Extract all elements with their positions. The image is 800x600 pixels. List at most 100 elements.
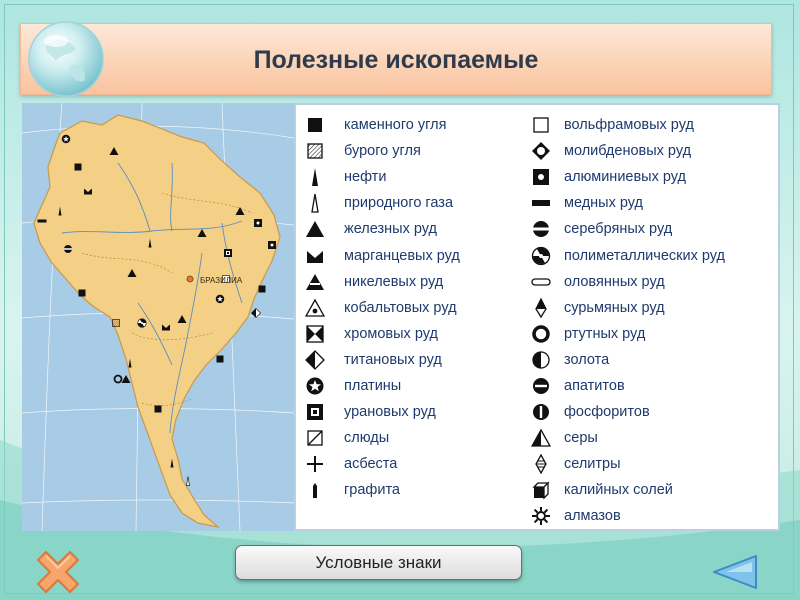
legend-item: нефти xyxy=(302,164,460,190)
circle-diamond-icon xyxy=(528,140,554,162)
legend-item-label: молибденовых руд xyxy=(564,143,692,160)
globe-icon xyxy=(28,21,104,97)
narrow-triangle-filled-icon xyxy=(302,166,328,188)
title-bar: Полезные ископаемые xyxy=(20,23,772,95)
striped-diamond-icon xyxy=(528,453,554,475)
legend-item: никелевых руд xyxy=(302,269,460,295)
legend-item: графита xyxy=(302,477,460,503)
rounded-bar-outline-icon xyxy=(528,271,554,293)
legend-item-label: асбеста xyxy=(344,456,398,473)
legend-item-label: серы xyxy=(564,430,598,447)
page-title: Полезные ископаемые xyxy=(253,46,539,74)
legend-item-label: полиметаллических руд xyxy=(564,247,725,264)
legend-item: фосфоритов xyxy=(528,399,725,425)
legend-item: молибденовых руд xyxy=(528,138,725,164)
circle-band-icon xyxy=(528,218,554,240)
legend-item: титановых руд xyxy=(302,347,460,373)
legend-item-label: оловянных руд xyxy=(564,273,665,290)
legend-item: апатитов xyxy=(528,373,725,399)
pointed-diamond-icon xyxy=(528,297,554,319)
legend-item: хромовых руд xyxy=(302,321,460,347)
legend-item-label: кобальтовых руд xyxy=(344,299,457,316)
legend-item-label: природного газа xyxy=(344,195,454,212)
south-america-map: БРАЗИЛИА xyxy=(22,103,294,531)
map-deposit-marker xyxy=(61,134,71,144)
legend-item-label: нефти xyxy=(344,169,387,186)
legend-item: селитры xyxy=(528,451,725,477)
legend-item: платины xyxy=(302,373,460,399)
map-deposit-marker xyxy=(268,241,276,249)
map-deposit-marker xyxy=(78,289,86,297)
legend-item: медных руд xyxy=(528,190,725,216)
legend-item: алюминиевых руд xyxy=(528,164,725,190)
map-deposit-marker xyxy=(215,294,225,304)
square-hatched-icon xyxy=(302,140,328,162)
small-bar-icon xyxy=(302,479,328,501)
legend-item-label: железных руд xyxy=(344,221,437,238)
gear-sun-icon xyxy=(528,505,554,527)
map-deposit-marker xyxy=(254,219,262,227)
legend-item-label: хромовых руд xyxy=(344,325,438,342)
legend-item-label: селитры xyxy=(564,456,621,473)
legend-item-label: апатитов xyxy=(564,377,625,394)
legend-column-left: каменного угля бурого угля нефти природного… xyxy=(302,112,460,503)
legend-item: серы xyxy=(528,425,725,451)
triangle-dot-icon xyxy=(302,297,328,319)
circle-star-icon xyxy=(302,375,328,397)
legend-item-label: калийных солей xyxy=(564,482,673,499)
map-deposit-marker xyxy=(74,163,82,171)
circle-center-line-icon xyxy=(528,401,554,423)
legend-item: золота xyxy=(528,347,725,373)
square-diagonal-icon xyxy=(302,427,328,449)
half-diamond-icon xyxy=(302,349,328,371)
square-inner-square-icon xyxy=(302,401,328,423)
legend-item-label: алмазов xyxy=(564,508,621,525)
legend-item-label: медных руд xyxy=(564,195,644,212)
legend-item: сурьмяных руд xyxy=(528,295,725,321)
triangle-half-icon xyxy=(528,427,554,449)
legend-item: полиметаллических руд xyxy=(528,242,725,268)
legend-item-label: каменного угля xyxy=(344,117,447,134)
square-dot-icon xyxy=(528,166,554,188)
legend-item: бурого угля xyxy=(302,138,460,164)
cube-icon xyxy=(528,479,554,501)
legend-item-label: фосфоритов xyxy=(564,404,650,421)
triangle-filled-icon xyxy=(302,218,328,240)
triangle-stripe-icon xyxy=(302,271,328,293)
legend-item-label: сурьмяных руд xyxy=(564,299,665,316)
narrow-triangle-outline-icon xyxy=(302,192,328,214)
crown-icon xyxy=(302,245,328,267)
back-arrow-icon[interactable] xyxy=(708,552,760,592)
legend-item: кобальтовых руд xyxy=(302,295,460,321)
legend-item-label: слюды xyxy=(344,430,390,447)
legend-item-label: алюминиевых руд xyxy=(564,169,687,186)
legend-item: урановых руд xyxy=(302,399,460,425)
legend-item-label: графита xyxy=(344,482,400,499)
legend-item-label: бурого угля xyxy=(344,143,421,160)
square-filled-icon xyxy=(302,114,328,136)
legend-item-label: урановых руд xyxy=(344,404,436,421)
bowtie-square-icon xyxy=(302,323,328,345)
map-deposit-marker xyxy=(186,476,190,486)
half-circle-icon xyxy=(528,349,554,371)
legend-item: каменного угля xyxy=(302,112,460,138)
map-deposit-marker xyxy=(64,245,72,253)
legend-item: природного газа xyxy=(302,190,460,216)
map-deposit-marker xyxy=(37,219,47,223)
legend-item-label: вольфрамовых руд xyxy=(564,117,694,134)
map-deposit-marker xyxy=(113,374,123,384)
legend-item: серебряных руд xyxy=(528,216,725,242)
legend-item: алмазов xyxy=(528,503,725,529)
close-icon[interactable] xyxy=(34,548,82,596)
map-deposit-marker xyxy=(216,355,224,363)
legend-item: асбеста xyxy=(302,451,460,477)
map-deposit-marker xyxy=(224,249,232,257)
horizontal-bar-icon xyxy=(528,192,554,214)
legend-item: калийных солей xyxy=(528,477,725,503)
radiation-icon xyxy=(528,245,554,267)
ring-icon xyxy=(528,323,554,345)
circle-line-icon xyxy=(528,375,554,397)
legend-item-label: золота xyxy=(564,351,610,368)
legend-button[interactable]: Условные знаки xyxy=(235,545,522,580)
square-outline-icon xyxy=(528,114,554,136)
